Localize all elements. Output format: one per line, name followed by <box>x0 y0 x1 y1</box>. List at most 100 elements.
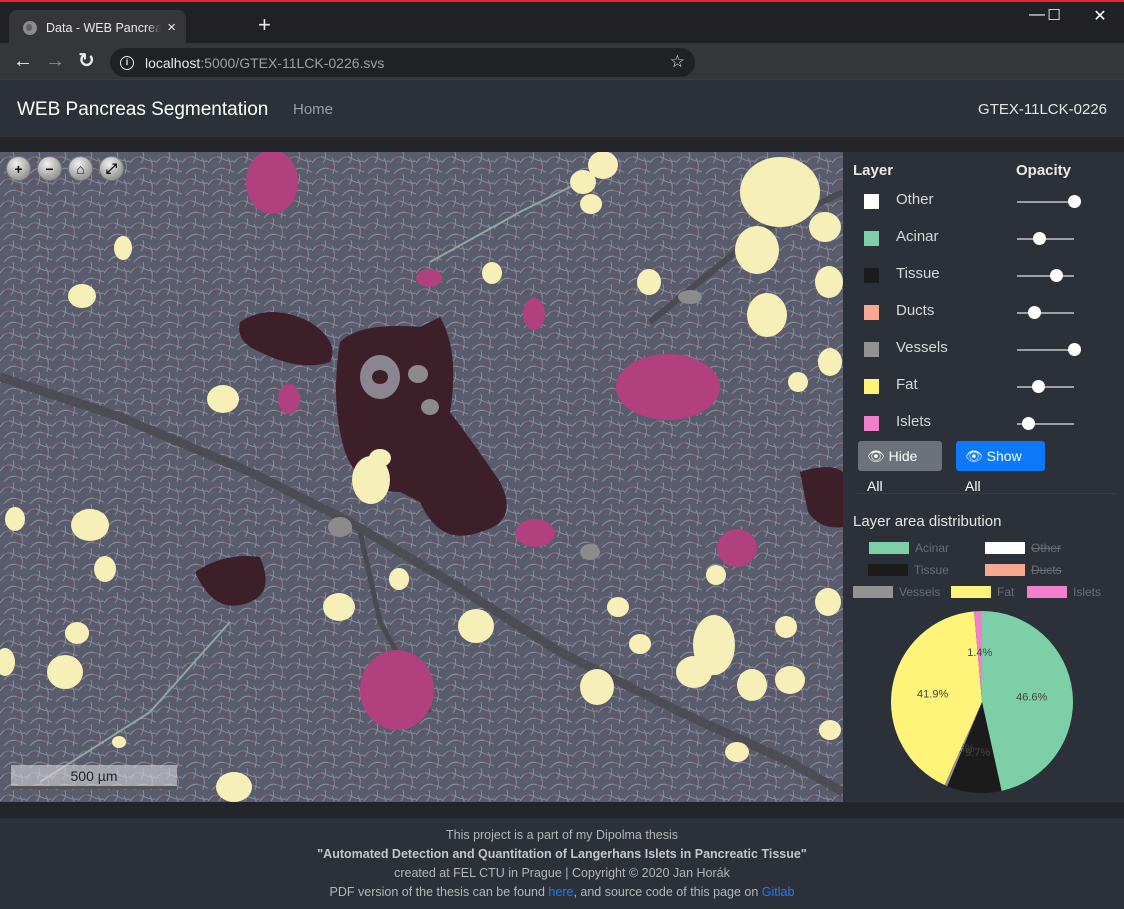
layer-row-vessels: Vessels <box>843 335 1124 372</box>
tissue-image[interactable] <box>0 152 843 802</box>
slide-viewer[interactable]: + − ⌂ ⤢ 500 µm <box>0 152 843 802</box>
opacity-slider[interactable] <box>1017 306 1074 319</box>
layer-name[interactable]: Ducts <box>896 302 934 319</box>
pie-label-fat: 41.9% <box>917 689 948 701</box>
zoom-in-button[interactable]: + <box>6 156 31 181</box>
legend-label: Vessels <box>899 585 941 599</box>
pie-chart: 46.6%9.7%0.5%41.9%1.4% <box>891 611 1073 793</box>
close-tab-icon[interactable]: × <box>167 19 176 36</box>
show-all-button[interactable]: 👁︎ Show All <box>956 441 1045 494</box>
footer-copyright: created at FEL CTU in Prague | Copyright… <box>394 866 730 880</box>
layer-color-swatch[interactable] <box>864 305 879 320</box>
footer-text: PDF version of the thesis can be found <box>329 885 549 899</box>
spacer-band <box>0 137 1124 152</box>
slider-knob[interactable] <box>1027 306 1041 319</box>
layer-name[interactable]: Fat <box>896 376 918 393</box>
slider-knob[interactable] <box>1067 343 1081 356</box>
legend-item-fat[interactable]: Fat <box>951 585 1014 599</box>
viewer-controls: + − ⌂ ⤢ <box>6 156 124 181</box>
gitlab-link[interactable]: Gitlab <box>762 885 795 899</box>
layer-row-ducts: Ducts <box>843 298 1124 335</box>
info-icon[interactable]: i <box>120 55 134 70</box>
legend-label: Tissue <box>914 563 949 577</box>
new-tab-button[interactable]: + <box>258 13 271 37</box>
layer-color-swatch[interactable] <box>864 379 879 394</box>
chart-title: Layer area distribution <box>853 513 1002 530</box>
legend-item-ducts[interactable]: Ducts <box>985 563 1062 577</box>
nav-home-link[interactable]: Home <box>293 101 333 118</box>
opacity-header: Opacity <box>1016 162 1072 179</box>
legend-item-acinar[interactable]: Acinar <box>869 541 949 555</box>
slider-knob[interactable] <box>1032 380 1046 393</box>
legend-swatch <box>1027 586 1067 598</box>
reload-button[interactable]: ↻ <box>78 51 95 71</box>
layer-name[interactable]: Other <box>896 191 934 208</box>
slide-id: GTEX-11LCK-0226 <box>978 101 1107 118</box>
layer-row-fat: Fat <box>843 372 1124 409</box>
eye-icon: 👁︎ <box>965 448 983 464</box>
bookmark-star-icon[interactable]: ☆ <box>670 52 685 72</box>
footer-text: , and source code of this page on <box>573 885 762 899</box>
tab-title: Data - WEB Pancreas Segmentation <box>46 20 162 35</box>
slider-knob[interactable] <box>1050 269 1064 282</box>
legend-label: Acinar <box>915 541 950 555</box>
footer-links: PDF version of the thesis can be found h… <box>0 883 1124 902</box>
opacity-slider[interactable] <box>1017 195 1081 208</box>
layer-color-swatch[interactable] <box>864 416 879 431</box>
legend-swatch <box>869 542 909 554</box>
layer-name[interactable]: Tissue <box>896 265 940 282</box>
hide-all-button[interactable]: 👁︎ Hide All <box>858 441 942 494</box>
thesis-pdf-link[interactable]: here <box>548 885 573 899</box>
legend-item-tissue[interactable]: Tissue <box>868 563 949 577</box>
address-bar[interactable]: i localhost :5000/GTEX-11LCK-0226.svs ☆ <box>110 48 695 77</box>
legend-item-islets[interactable]: Islets <box>1027 585 1101 599</box>
legend-label: Other <box>1031 541 1062 555</box>
opacity-slider[interactable] <box>1017 417 1074 430</box>
home-button[interactable]: ⌂ <box>68 156 93 181</box>
legend-swatch <box>853 586 893 598</box>
brand-title[interactable]: WEB Pancreas Segmentation <box>17 99 268 121</box>
slider-knob[interactable] <box>1033 232 1047 245</box>
forward-button[interactable]: → <box>45 51 65 71</box>
browser-tab[interactable]: Data - WEB Pancreas Segmentation × <box>9 10 186 45</box>
browser-toolbar: ← → ↻ i localhost :5000/GTEX-11LCK-0226.… <box>0 43 1124 81</box>
legend-item-other[interactable]: Other <box>985 541 1061 555</box>
url-host: localhost <box>145 54 201 71</box>
layer-color-swatch[interactable] <box>864 268 879 283</box>
slider-knob[interactable] <box>1067 195 1081 208</box>
layer-row-tissue: Tissue <box>843 261 1124 298</box>
app-navbar: WEB Pancreas Segmentation Home GTEX-11LC… <box>0 79 1124 137</box>
opacity-slider[interactable] <box>1017 232 1074 245</box>
opacity-slider[interactable] <box>1017 269 1074 282</box>
panel-divider <box>855 493 1115 494</box>
back-button[interactable]: ← <box>13 51 33 71</box>
eye-slash-icon: 👁︎ <box>867 448 885 464</box>
fullscreen-button[interactable]: ⤢ <box>99 156 124 181</box>
layer-name[interactable]: Acinar <box>896 228 939 245</box>
layer-row-other: Other <box>843 187 1124 224</box>
tab-strip: Data - WEB Pancreas Segmentation × + — ☐… <box>0 2 1124 45</box>
legend-swatch <box>951 586 991 598</box>
layer-name[interactable]: Islets <box>896 413 931 430</box>
thesis-title: "Automated Detection and Quantitation of… <box>317 847 807 861</box>
legend-swatch <box>868 564 908 576</box>
opacity-slider[interactable] <box>1017 380 1074 393</box>
opacity-slider[interactable] <box>1017 343 1081 356</box>
layer-color-swatch[interactable] <box>864 342 879 357</box>
close-window-button[interactable]: ✕ <box>1077 6 1123 26</box>
footer: This project is a part of my Dipolma the… <box>0 818 1124 909</box>
layer-panel: Layer Opacity Other Acinar Tissue Ducts Vess… <box>843 152 1124 802</box>
legend-item-vessels[interactable]: Vessels <box>853 585 940 599</box>
maximize-button[interactable]: ☐ <box>1031 6 1077 24</box>
layer-color-swatch[interactable] <box>864 194 879 209</box>
layer-color-swatch[interactable] <box>864 231 879 246</box>
layer-name[interactable]: Vessels <box>896 339 948 356</box>
globe-icon <box>23 20 37 35</box>
legend-label: Islets <box>1073 585 1102 599</box>
spacer-band-bottom <box>0 802 1124 818</box>
url-path: :5000/GTEX-11LCK-0226.svs <box>200 54 385 71</box>
scale-bar: 500 µm <box>11 765 177 789</box>
slider-knob[interactable] <box>1021 417 1035 430</box>
pie-label-acinar: 46.6% <box>1016 692 1047 704</box>
zoom-out-button[interactable]: − <box>37 156 62 181</box>
